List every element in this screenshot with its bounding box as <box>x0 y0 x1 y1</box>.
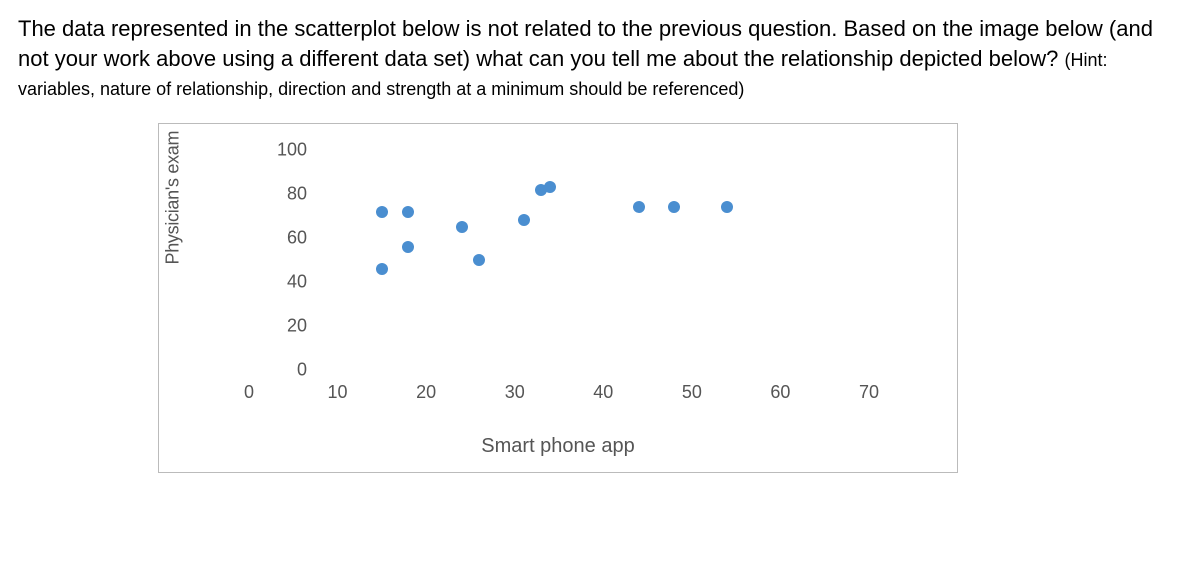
x-tick: 40 <box>593 382 613 403</box>
plot-area: 020406080100010203040506070 <box>239 150 919 410</box>
x-tick: 30 <box>505 382 525 403</box>
data-point <box>376 206 388 218</box>
x-tick: 50 <box>682 382 702 403</box>
data-point <box>544 181 556 193</box>
x-tick: 20 <box>416 382 436 403</box>
data-point <box>456 221 468 233</box>
scatterplot: Physician's exam 0 20 40 60 80 100 0 10 20 30 40 50… <box>158 123 958 473</box>
data-point <box>402 206 414 218</box>
data-point <box>668 201 680 213</box>
y-tick: 0 <box>267 360 307 381</box>
data-point <box>402 241 414 253</box>
data-point <box>633 201 645 213</box>
x-tick: 60 <box>770 382 790 403</box>
y-axis-label: Physician's exam <box>163 131 184 265</box>
data-point <box>518 214 530 226</box>
data-point <box>721 201 733 213</box>
data-point <box>376 263 388 275</box>
y-tick: 20 <box>267 316 307 337</box>
question-main: The data represented in the scatterplot … <box>18 16 1153 71</box>
x-tick: 70 <box>859 382 879 403</box>
data-point <box>473 254 485 266</box>
question-text: The data represented in the scatterplot … <box>18 14 1182 103</box>
y-tick: 80 <box>267 184 307 205</box>
y-tick: 60 <box>267 228 307 249</box>
x-tick: 0 <box>244 382 254 403</box>
y-tick: 100 <box>267 140 307 161</box>
x-tick: 10 <box>328 382 348 403</box>
x-axis-label: Smart phone app <box>159 435 957 458</box>
y-tick: 40 <box>267 272 307 293</box>
